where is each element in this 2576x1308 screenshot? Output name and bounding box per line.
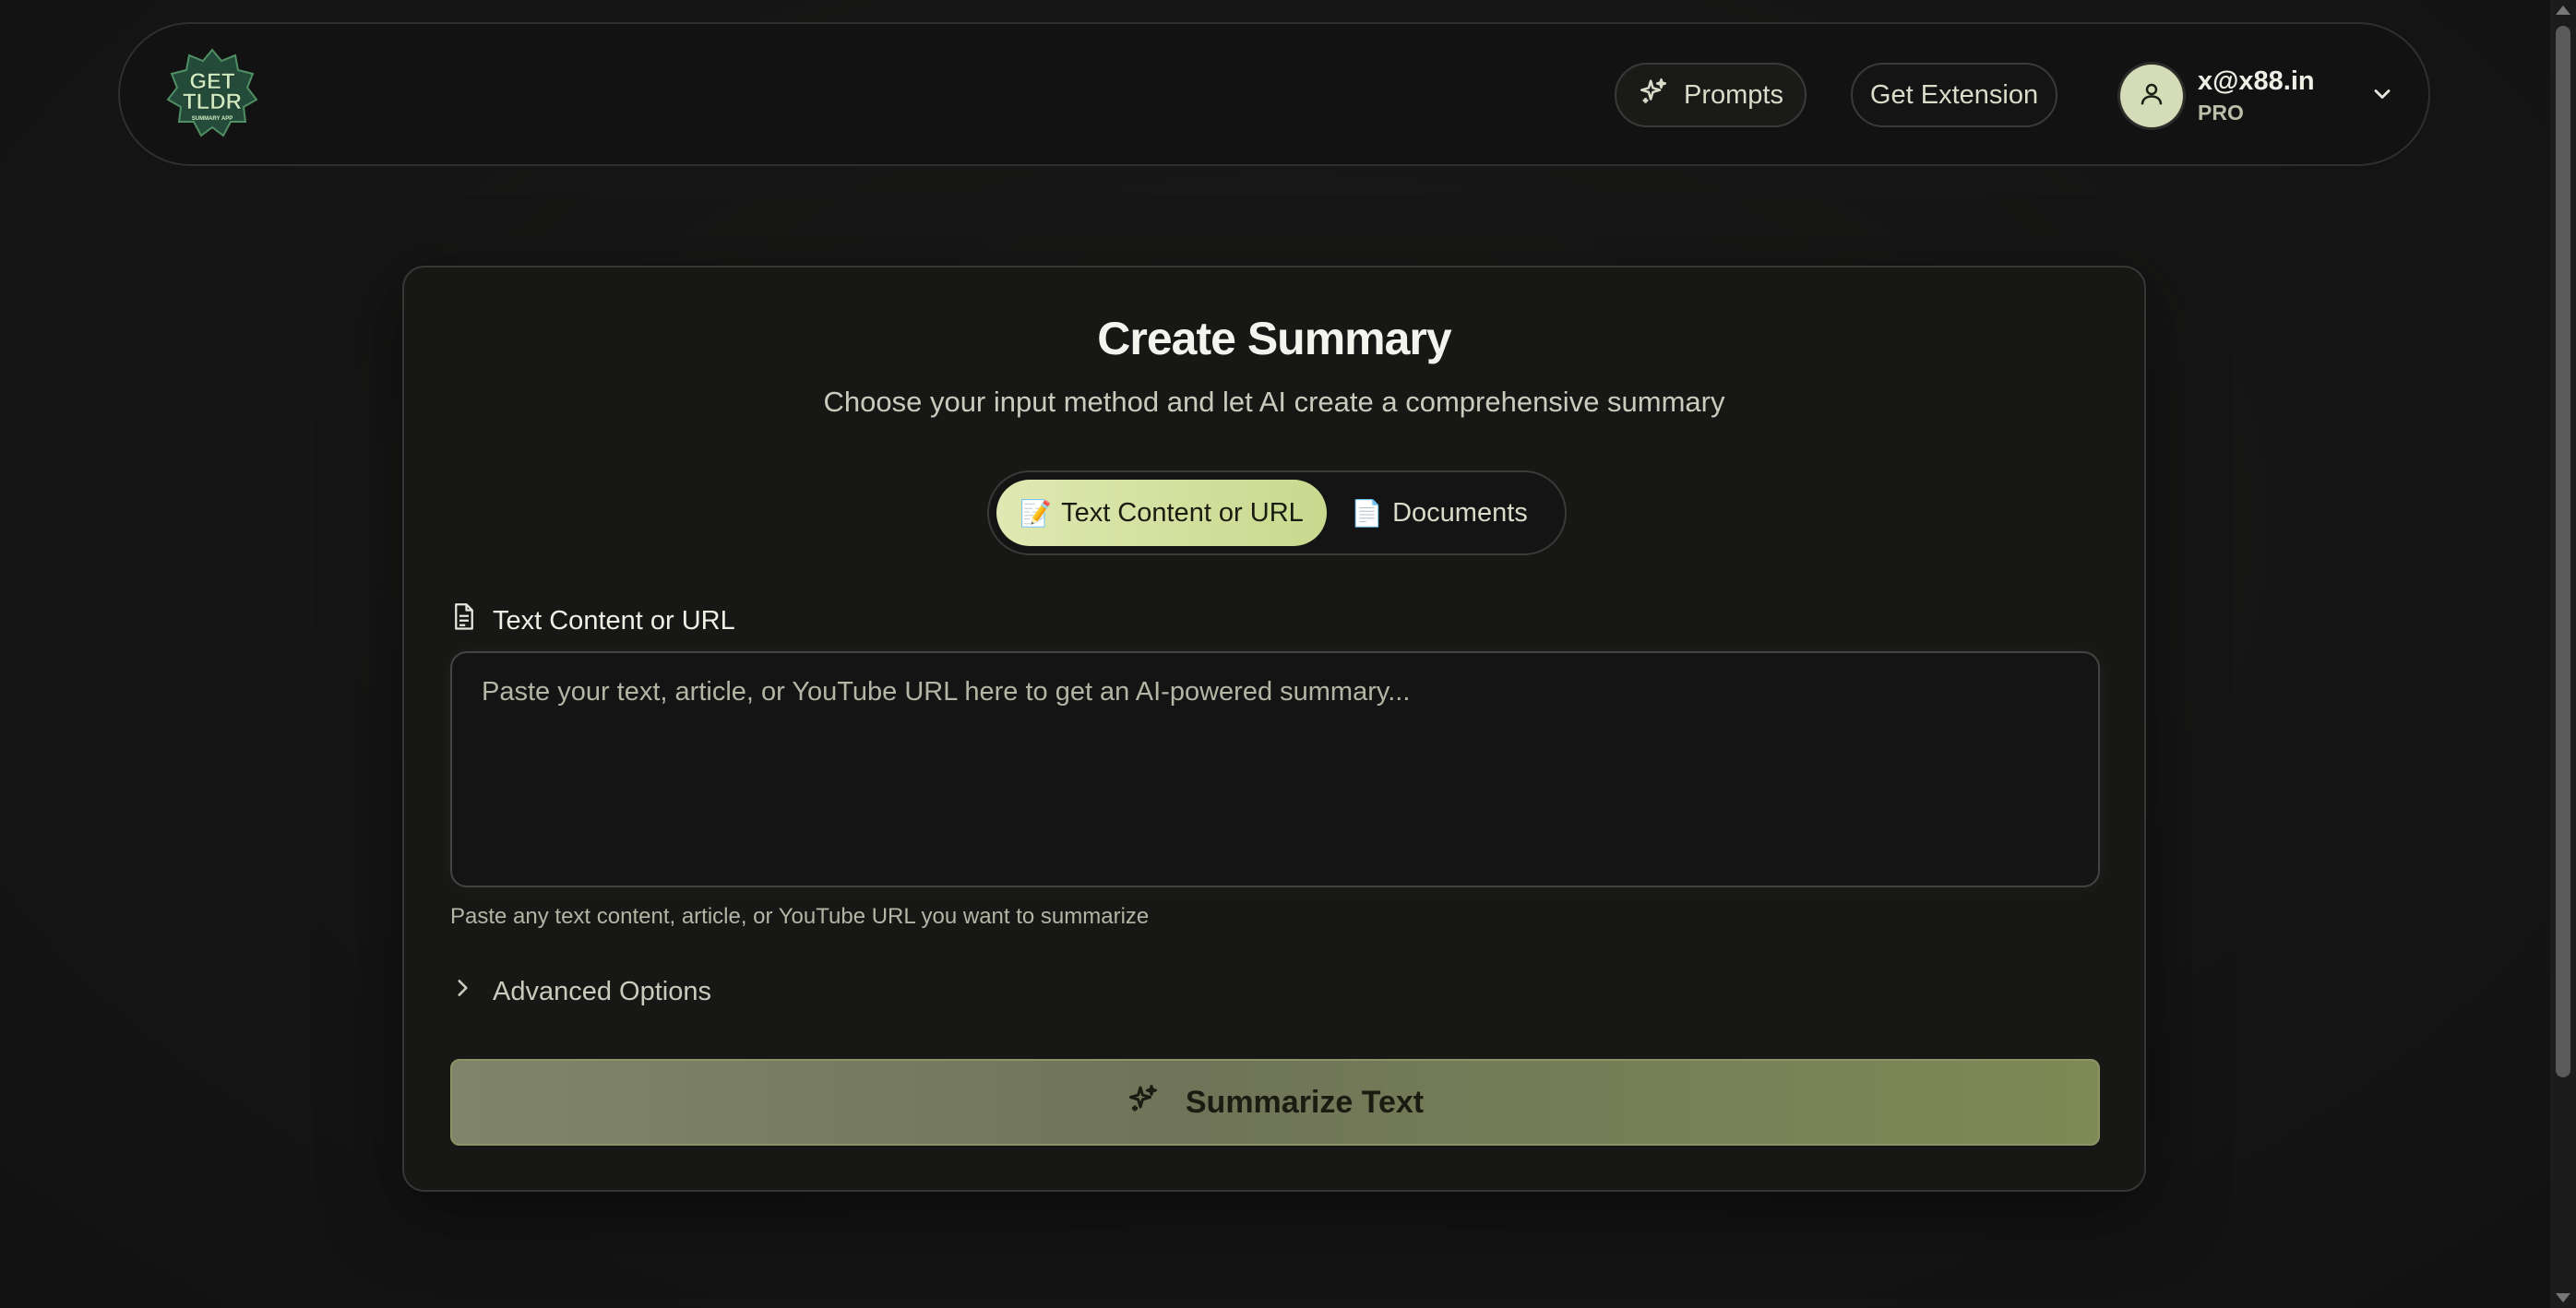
chevron-down-icon[interactable] xyxy=(2369,81,2395,112)
tab-documents[interactable]: 📄 Documents xyxy=(1338,480,1541,546)
sparkles-icon xyxy=(1638,76,1669,114)
scroll-thumb[interactable] xyxy=(2556,26,2570,1077)
scroll-down-icon[interactable] xyxy=(2556,1293,2570,1302)
text-content-input[interactable] xyxy=(450,651,2100,887)
chevron-right-icon xyxy=(450,976,474,1007)
top-nav: GET TLDR SUMMARY APP Prompts Get Extensi… xyxy=(118,22,2430,166)
text-field-label-text: Text Content or URL xyxy=(493,605,735,636)
text-field-label: Text Content or URL xyxy=(450,601,735,640)
advanced-options-label: Advanced Options xyxy=(493,976,711,1006)
page-scrollbar[interactable] xyxy=(2550,0,2576,1308)
get-tldr-logo[interactable]: GET TLDR SUMMARY APP xyxy=(166,48,258,140)
summarize-button[interactable]: Summarize Text xyxy=(450,1059,2100,1146)
tab-text-content[interactable]: 📝 Text Content or URL xyxy=(996,480,1327,546)
svg-text:SUMMARY APP: SUMMARY APP xyxy=(192,116,233,122)
user-plan-badge: PRO xyxy=(2198,101,2244,125)
avatar xyxy=(2120,65,2183,127)
tab-label: Text Content or URL xyxy=(1061,497,1304,528)
prompts-button[interactable]: Prompts xyxy=(1615,63,1807,127)
user-icon xyxy=(2138,80,2165,113)
summarize-button-label: Summarize Text xyxy=(1185,1084,1425,1120)
page: GET TLDR SUMMARY APP Prompts Get Extensi… xyxy=(0,0,2576,1308)
page-subtitle: Choose your input method and let AI crea… xyxy=(823,386,1725,418)
memo-icon: 📝 xyxy=(1020,498,1053,528)
user-menu[interactable]: x@x88.in PRO xyxy=(2120,61,2397,131)
scroll-up-icon[interactable] xyxy=(2556,6,2570,15)
sparkles-icon xyxy=(1127,1082,1160,1124)
get-extension-label: Get Extension xyxy=(1869,79,2039,110)
page-title: Create Summary xyxy=(1097,313,1451,364)
helper-text: Paste any text content, article, or YouT… xyxy=(450,904,1150,929)
page-icon: 📄 xyxy=(1351,498,1384,528)
get-extension-button[interactable]: Get Extension xyxy=(1851,63,2057,127)
tab-label: Documents xyxy=(1392,497,1528,528)
prompts-label: Prompts xyxy=(1684,79,1783,110)
document-icon xyxy=(450,601,478,640)
svg-text:TLDR: TLDR xyxy=(183,89,242,114)
create-summary-card: Create Summary Choose your input method … xyxy=(402,266,2146,1192)
input-method-tabs: 📝 Text Content or URL 📄 Documents xyxy=(987,470,1567,555)
advanced-options-toggle[interactable]: Advanced Options xyxy=(450,976,711,1007)
user-email: x@x88.in xyxy=(2198,66,2315,96)
user-info: x@x88.in PRO xyxy=(2198,66,2315,125)
